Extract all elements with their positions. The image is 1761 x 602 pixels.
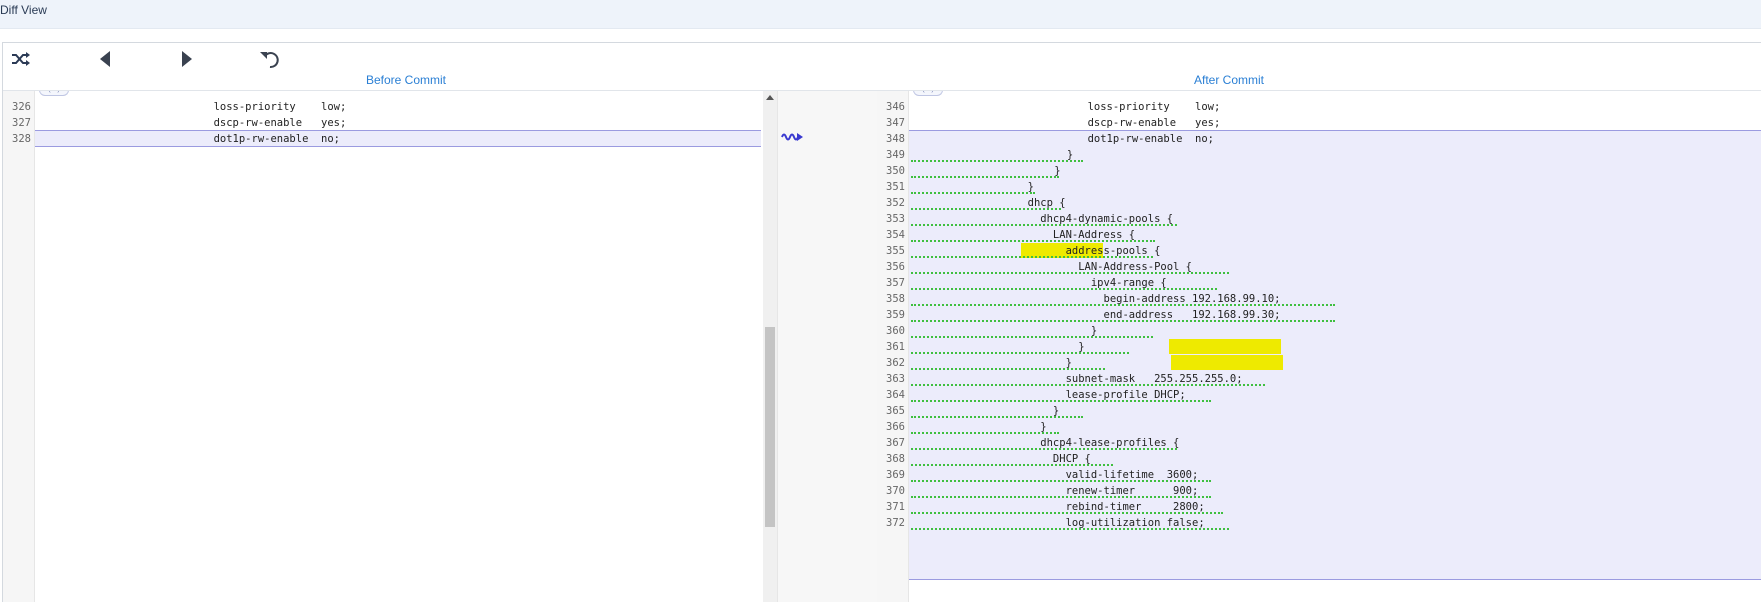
- line-number: 372: [886, 517, 905, 529]
- code-line: rebind-timer 2800;: [1015, 501, 1205, 513]
- code-line: begin-address 192.168.99.10;: [1015, 293, 1281, 305]
- line-number: 371: [886, 501, 905, 513]
- line-number: 355: [886, 245, 905, 257]
- code-line: lease-profile DHCP;: [1015, 389, 1186, 401]
- after-pane-title: After Commit: [1193, 73, 1264, 87]
- before-pane-title: Before Commit: [365, 73, 447, 87]
- code-line: address-pools {: [1015, 245, 1161, 257]
- line-number: 368: [886, 453, 905, 465]
- wavy-arrow-icon[interactable]: [781, 130, 805, 149]
- line-number: 326: [12, 101, 31, 113]
- line-number: 363: [886, 373, 905, 385]
- line-number: 367: [886, 437, 905, 449]
- line-number: 357: [886, 277, 905, 289]
- code-line: LAN-Address-Pool {: [1015, 261, 1193, 273]
- line-number: 365: [886, 405, 905, 417]
- undo-icon[interactable]: [258, 48, 282, 70]
- title-bar: Diff View: [0, 0, 1761, 29]
- code-line: renew-timer 900;: [1015, 485, 1199, 497]
- code-line: end-address 192.168.99.30;: [1015, 309, 1281, 321]
- triangle-left-icon[interactable]: [93, 48, 117, 70]
- line-number: 361: [886, 341, 905, 353]
- line-number: 366: [886, 421, 905, 433]
- line-number: 352: [886, 197, 905, 209]
- code-line: log-utilization false;: [1015, 517, 1205, 529]
- line-number: 354: [886, 229, 905, 241]
- code-line: }: [1029, 149, 1074, 161]
- line-number: 349: [886, 149, 905, 161]
- diff-connector-column: [777, 91, 879, 602]
- scroll-thumb[interactable]: [765, 327, 775, 527]
- code-line: }: [1015, 405, 1060, 417]
- code-line: dscp-rw-enable yes;: [1037, 117, 1221, 129]
- code-line: dhcp4-dynamic-pools {: [1015, 213, 1174, 225]
- code-line: dot1p-rw-enable no;: [1037, 133, 1215, 145]
- before-pane: (...) 326 loss-priority low; 327 dscp-rw…: [3, 91, 777, 602]
- triangle-right-icon[interactable]: [175, 48, 199, 70]
- line-number: 362: [886, 357, 905, 369]
- fold-marker[interactable]: (...): [39, 91, 69, 96]
- diff-panel: Before Commit After Commit (...) 326 los…: [2, 42, 1761, 602]
- diff-separator: [35, 146, 761, 147]
- code-line: }: [1015, 341, 1085, 353]
- diff-separator: [35, 130, 761, 131]
- code-line: }: [1029, 165, 1061, 177]
- diff-separator: [909, 579, 1761, 580]
- code-line: }: [1015, 421, 1047, 433]
- code-line: dot1p-rw-enable no;: [163, 133, 341, 145]
- before-gutter: [3, 91, 35, 602]
- code-line: DHCP {: [1015, 453, 1091, 465]
- change-highlight: [1171, 355, 1283, 370]
- line-number: 353: [886, 213, 905, 225]
- code-line: loss-priority low;: [163, 101, 347, 113]
- scroll-up-arrow[interactable]: [766, 95, 774, 100]
- line-number: 350: [886, 165, 905, 177]
- line-number: 348: [886, 133, 905, 145]
- line-number: 359: [886, 309, 905, 321]
- code-line: dscp-rw-enable yes;: [163, 117, 347, 129]
- changed-line-bg: [35, 131, 761, 147]
- code-line: }: [1015, 357, 1072, 369]
- line-number: 360: [886, 325, 905, 337]
- code-line: loss-priority low;: [1037, 101, 1221, 113]
- shuffle-icon[interactable]: [9, 48, 33, 70]
- line-number: 370: [886, 485, 905, 497]
- code-line: }: [1015, 181, 1034, 193]
- line-number: 356: [886, 261, 905, 273]
- line-number: 347: [886, 117, 905, 129]
- change-highlight: [1169, 339, 1281, 354]
- code-line: ipv4-range {: [1015, 277, 1167, 289]
- fold-marker[interactable]: (...): [913, 91, 943, 96]
- line-number: 346: [886, 101, 905, 113]
- added-marker: [911, 368, 1105, 370]
- code-line: valid-lifetime 3600;: [1015, 469, 1199, 481]
- line-number: 358: [886, 293, 905, 305]
- line-number: 364: [886, 389, 905, 401]
- before-scrollbar[interactable]: [763, 91, 777, 602]
- line-number: 351: [886, 181, 905, 193]
- code-line: }: [1015, 325, 1098, 337]
- code-line: dhcp {: [1015, 197, 1066, 209]
- window-title: Diff View: [0, 3, 47, 17]
- line-number: 327: [12, 117, 31, 129]
- line-number: 369: [886, 469, 905, 481]
- code-line: subnet-mask 255.255.255.0;: [1015, 373, 1243, 385]
- after-pane: (...) 346 loss-: [877, 91, 1761, 602]
- line-number: 328: [12, 133, 31, 145]
- code-line: dhcp4-lease-profiles {: [1015, 437, 1180, 449]
- code-line: LAN-Address {: [1015, 229, 1136, 241]
